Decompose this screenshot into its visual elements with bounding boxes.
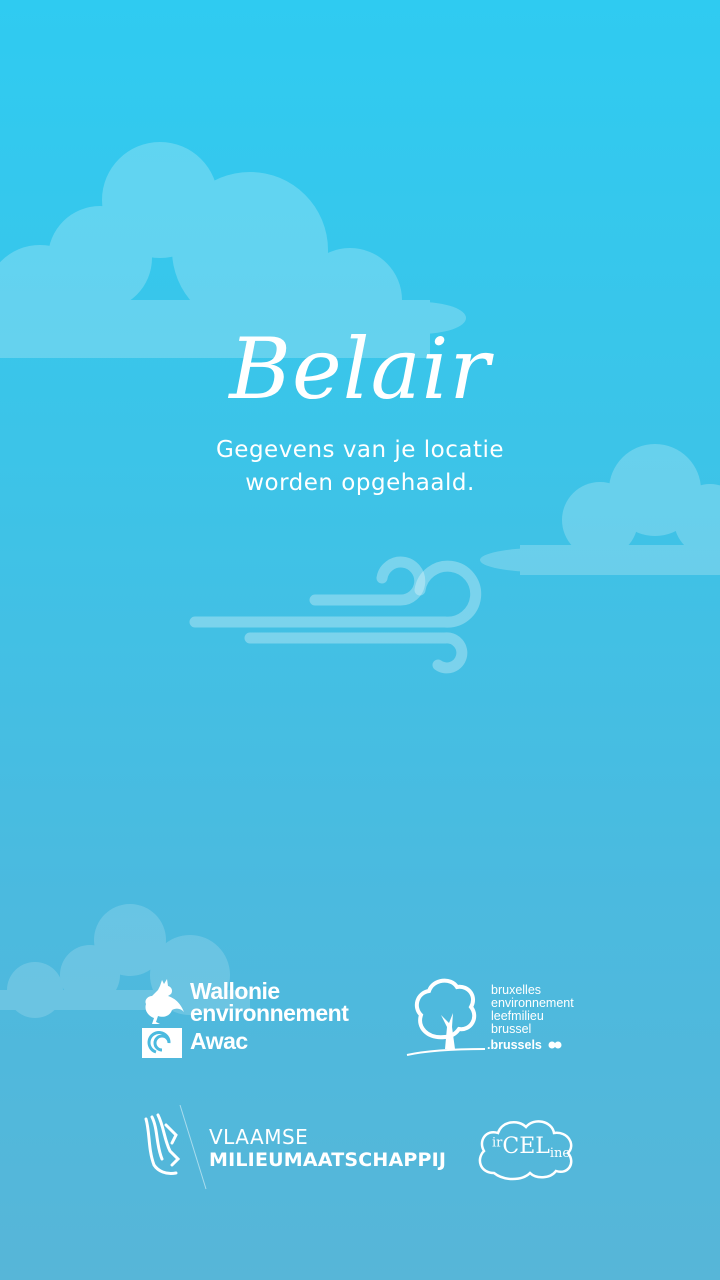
- wallonie-awac-logo: Wallonie environnement Awac: [140, 978, 370, 1060]
- bx-environnement-label: environnement: [491, 996, 574, 1010]
- brussels-domain-label: .brussels: [487, 1038, 542, 1052]
- ircel-celine-logo: irCELine: [474, 1113, 578, 1183]
- swirl-icon: [142, 1028, 182, 1058]
- milieumaatschappij-label: MILIEUMAATSCHAPPIJ: [209, 1149, 447, 1171]
- brussel-label: brussel: [491, 1022, 532, 1036]
- awac-label: Awac: [190, 1028, 248, 1054]
- vlaamse-label: VLAAMSE: [209, 1125, 309, 1149]
- leaf-icon: [548, 1041, 562, 1049]
- lion-icon: [144, 1105, 207, 1190]
- leefmilieu-label: leefmilieu: [491, 1009, 544, 1023]
- wind-icon: [189, 556, 482, 674]
- vmm-logo: VLAAMSE MILIEUMAATSCHAPPIJ: [140, 1105, 460, 1190]
- environnement-label: environnement: [190, 1000, 349, 1026]
- ircel-prefix: ir: [492, 1135, 503, 1151]
- tree-icon: [406, 978, 486, 1056]
- ircel-wordmark: irCELine: [492, 1134, 570, 1161]
- rooster-icon: [145, 979, 184, 1024]
- bruxelles-label: bruxelles: [491, 983, 542, 997]
- bruxelles-environnement-logo: bruxelles environnement leefmilieu bruss…: [405, 975, 590, 1057]
- ircel-main: CEL: [502, 1134, 550, 1159]
- ircel-suffix: ine: [549, 1146, 571, 1162]
